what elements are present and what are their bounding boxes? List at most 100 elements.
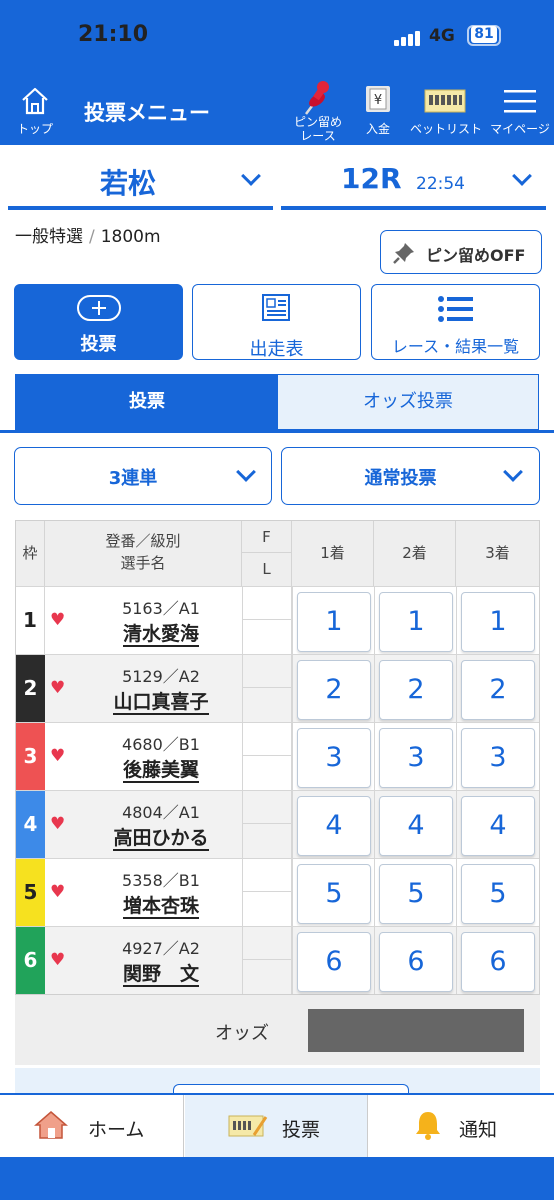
bet-ticket-icon: [228, 1115, 268, 1137]
favorite-heart-icon[interactable]: ♥: [50, 952, 65, 969]
entry-table: 枠 登番／級別 選手名 F L 1着 2着 3着 1 ♥ 5163／A1 清水愛海 1 1…: [15, 520, 540, 995]
player-registration: 5163／A1: [122, 599, 200, 618]
column-divider: [456, 587, 457, 654]
nav-vote[interactable]: 投票: [185, 1095, 368, 1157]
pick-first-button[interactable]: 3: [297, 728, 371, 788]
column-divider: [456, 791, 457, 858]
favorite-heart-icon[interactable]: ♥: [50, 816, 65, 833]
page-title: 投票メニュー: [84, 101, 210, 125]
favorite-heart-icon[interactable]: ♥: [50, 612, 65, 629]
pin-race-label-2: レース: [300, 129, 336, 143]
f-cell: [243, 859, 291, 892]
player-name-link[interactable]: 関野 文: [122, 963, 199, 987]
chevron-down-icon: [503, 462, 523, 482]
vote-mode-button[interactable]: 投票: [14, 284, 183, 360]
player-registration: 4680／B1: [122, 735, 200, 754]
home-icon: [22, 87, 48, 115]
yen-ticket-icon: ¥: [366, 86, 390, 112]
pick-first-button[interactable]: 5: [297, 864, 371, 924]
pick-first-button[interactable]: 6: [297, 932, 371, 992]
entry-table-label: 出走表: [249, 339, 304, 360]
player-registration: 4927／A2: [122, 939, 200, 958]
odds-row: オッズ: [15, 995, 540, 1065]
top-button[interactable]: トップ: [12, 72, 58, 145]
pick-third-button[interactable]: 6: [461, 932, 535, 992]
race-info: 一般特選 /1800m: [15, 222, 161, 247]
frame-number: 6: [16, 927, 45, 994]
race-time: 22:54: [416, 174, 465, 194]
odds-label: オッズ: [215, 1023, 269, 1044]
pushpin-icon: [305, 81, 329, 115]
column-divider: [456, 927, 457, 994]
column-divider: [292, 791, 293, 858]
pick-second-button[interactable]: 5: [379, 864, 453, 924]
nav-notify-label: 通知: [459, 1119, 498, 1141]
race-results-button[interactable]: レース・結果一覧: [371, 284, 540, 360]
odds-value-box: [308, 1009, 524, 1052]
tab-divider: [0, 430, 554, 433]
f-cell: [243, 655, 291, 688]
pin-icon: [393, 243, 414, 264]
bet-list-label: ベットリスト: [410, 122, 483, 136]
column-divider: [456, 723, 457, 790]
home-indicator-bar: [0, 1157, 554, 1200]
pick-first-button[interactable]: 4: [297, 796, 371, 856]
pick-second-button[interactable]: 1: [379, 592, 453, 652]
pick-second-button[interactable]: 4: [379, 796, 453, 856]
pin-off-button[interactable]: ピン留めOFF: [380, 230, 542, 274]
pick-first-button[interactable]: 1: [297, 592, 371, 652]
favorite-heart-icon[interactable]: ♥: [50, 748, 65, 765]
f-cell: [243, 927, 291, 960]
pin-race-button[interactable]: ピン留め レース: [286, 72, 350, 145]
race-number-select[interactable]: 12R 22:54: [281, 154, 546, 210]
vote-method-select[interactable]: 通常投票: [281, 447, 540, 505]
fl-cell: [242, 859, 292, 926]
table-row: 1 ♥ 5163／A1 清水愛海 1 1 1: [16, 586, 539, 654]
player-name-link[interactable]: 後藤美翼: [122, 759, 199, 783]
fl-cell: [242, 587, 292, 654]
tab-odds-vote[interactable]: オッズ投票: [278, 375, 538, 429]
venue-select[interactable]: 若松: [8, 154, 273, 210]
frame-number: 1: [16, 587, 45, 654]
deposit-button[interactable]: ¥ 入金: [355, 72, 401, 145]
player-name: 増本杏珠: [76, 891, 246, 919]
bet-type-select[interactable]: 3連単: [14, 447, 272, 505]
player-name-link[interactable]: 高田ひかる: [113, 827, 209, 851]
pick-first-button[interactable]: 2: [297, 660, 371, 720]
player-name-link[interactable]: 清水愛海: [122, 623, 199, 647]
pick-third-button[interactable]: 3: [461, 728, 535, 788]
header-frame: 枠: [16, 521, 45, 586]
entry-table-button[interactable]: 出走表: [192, 284, 361, 360]
network-label: 4G: [429, 26, 455, 46]
mypage-label: マイページ: [490, 122, 550, 136]
player-name-link[interactable]: 山口真喜子: [113, 691, 209, 715]
header-first: 1着: [292, 521, 374, 586]
pick-second-button[interactable]: 2: [379, 660, 453, 720]
favorite-heart-icon[interactable]: ♥: [50, 680, 65, 697]
mypage-button[interactable]: マイページ: [490, 72, 550, 145]
favorite-heart-icon[interactable]: ♥: [50, 884, 65, 901]
column-divider: [374, 587, 375, 654]
nav-vote-label: 投票: [282, 1119, 321, 1141]
tab-vote[interactable]: 投票: [16, 375, 278, 429]
pick-second-button[interactable]: 6: [379, 932, 453, 992]
player-name: 清水愛海: [76, 619, 246, 647]
pin-race-label-1: ピン留め: [293, 115, 342, 129]
column-divider: [292, 859, 293, 926]
header-l: L: [242, 553, 292, 586]
nav-notify[interactable]: 通知: [369, 1095, 554, 1157]
pick-third-button[interactable]: 4: [461, 796, 535, 856]
pick-third-button[interactable]: 5: [461, 864, 535, 924]
chevron-down-icon: [236, 462, 256, 482]
pick-second-button[interactable]: 3: [379, 728, 453, 788]
bet-list-button[interactable]: ベットリスト: [410, 72, 483, 145]
venue-value: 若松: [100, 167, 157, 200]
pick-third-button[interactable]: 1: [461, 592, 535, 652]
pick-third-button[interactable]: 2: [461, 660, 535, 720]
race-type: 一般特選: [15, 227, 83, 247]
player-name-link[interactable]: 増本杏珠: [122, 895, 199, 919]
column-divider: [456, 655, 457, 722]
header-player: 登番／級別 選手名: [45, 521, 242, 586]
nav-home[interactable]: ホーム: [0, 1095, 184, 1157]
column-divider: [374, 927, 375, 994]
